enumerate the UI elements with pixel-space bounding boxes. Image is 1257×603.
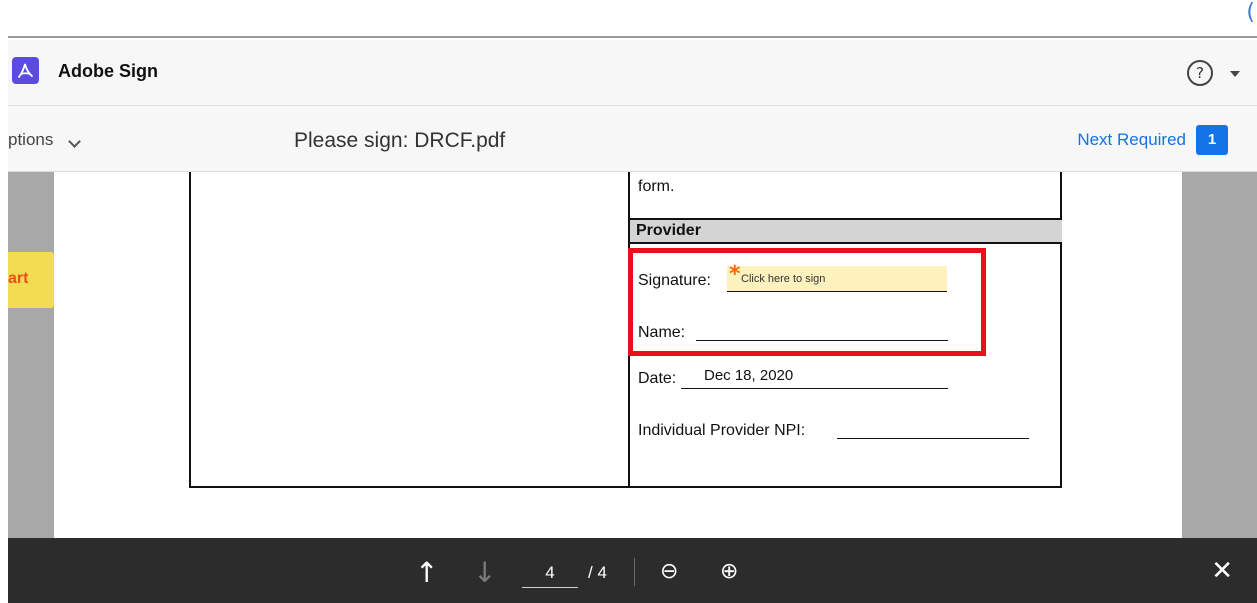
provider-section-header: Provider [630, 218, 1062, 244]
corner-glyph: ( [1246, 0, 1255, 25]
app-title: Adobe Sign [58, 61, 158, 81]
adobe-sign-window: ( Adobe Sign ? ptions Please sign: DRCF.… [0, 0, 1257, 603]
start-tag-label[interactable]: art [8, 270, 28, 288]
provider-label: Provider [636, 222, 701, 239]
browser-top-strip: ( [8, 0, 1257, 38]
adobe-acrobat-icon [12, 57, 39, 84]
options-menu-button[interactable]: ptions [8, 130, 53, 150]
toolbar-divider [634, 558, 635, 586]
date-field [681, 388, 948, 389]
next-required-count-badge[interactable]: 1 [1196, 125, 1228, 155]
app-header: Adobe Sign ? [8, 40, 1257, 106]
help-menu-caret-icon[interactable] [1230, 71, 1240, 77]
date-label: Date: [638, 370, 677, 387]
current-page-input[interactable]: 4 [522, 558, 578, 588]
zoom-in-icon[interactable]: ⊕ [720, 559, 738, 584]
chevron-down-icon[interactable] [68, 135, 81, 148]
document-viewport[interactable]: art form. Provider Signature: * Click he… [8, 172, 1257, 538]
pdf-page: form. Provider Signature: * Click here t… [54, 172, 1182, 538]
form-text: form. [638, 178, 675, 195]
total-pages: / 4 [588, 563, 607, 582]
zoom-out-icon[interactable]: ⊖ [660, 559, 678, 584]
help-icon[interactable]: ? [1187, 60, 1213, 86]
npi-field[interactable] [837, 438, 1029, 439]
arrow-up-icon[interactable]: ↑ [415, 556, 438, 589]
document-title: Please sign: DRCF.pdf [294, 129, 506, 152]
arrow-down-icon[interactable]: ↓ [473, 556, 496, 589]
next-required-button[interactable]: Next Required [1077, 130, 1186, 150]
annotation-highlight-box [628, 248, 986, 356]
date-value: Dec 18, 2020 [704, 367, 794, 384]
document-toolbar: ptions Please sign: DRCF.pdf Next Requir… [8, 106, 1257, 172]
close-icon[interactable]: ✕ [1211, 556, 1233, 586]
page-navigation-bar: ↑ ↓ 4 / 4 ⊖ ⊕ ✕ [8, 538, 1257, 603]
npi-label: Individual Provider NPI: [638, 422, 806, 439]
